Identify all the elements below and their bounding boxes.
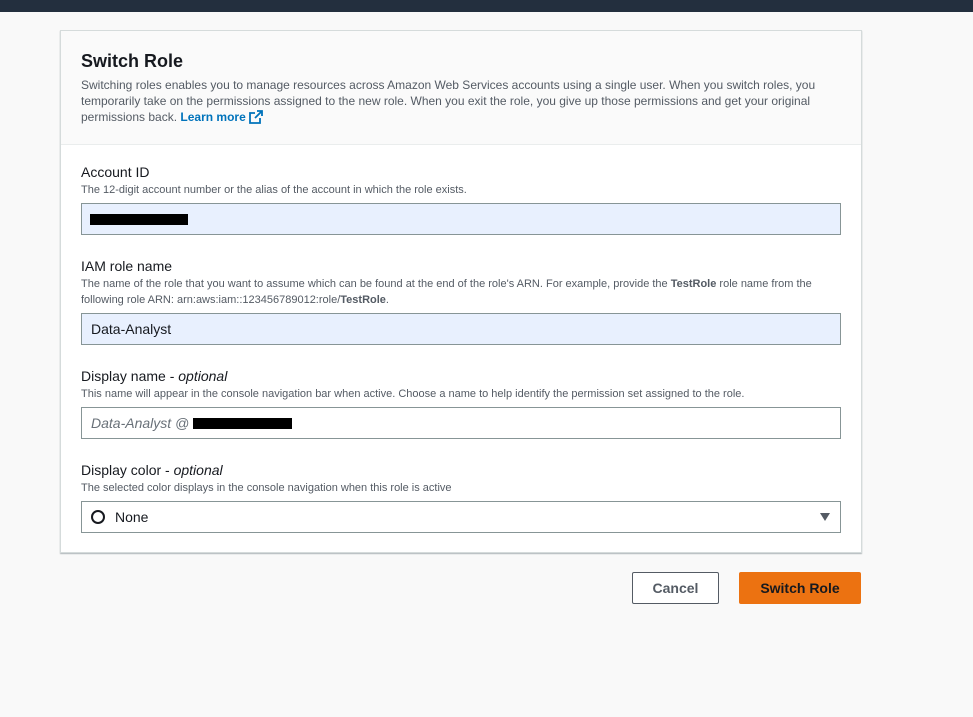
role-name-input[interactable]: Data-Analyst xyxy=(81,313,841,345)
display-color-hint: The selected color displays in the conso… xyxy=(81,482,452,494)
account-id-label: Account ID xyxy=(81,164,150,180)
console-top-bar xyxy=(0,0,973,12)
display-color-selected: None xyxy=(115,509,149,525)
display-name-label: Display name - optional xyxy=(81,368,228,384)
display-color-select[interactable]: None xyxy=(81,501,841,533)
learn-more-link[interactable]: Learn more xyxy=(180,110,263,124)
switch-role-panel: Switch Role Switching roles enables you … xyxy=(60,30,862,553)
role-name-hint: The name of the role that you want to as… xyxy=(81,278,812,306)
page-title: Switch Role xyxy=(81,51,184,71)
display-name-hint: This name will appear in the console nav… xyxy=(81,388,745,400)
caret-down-icon xyxy=(820,513,830,521)
page-description: Switching roles enables you to manage re… xyxy=(81,77,841,128)
learn-more-label: Learn more xyxy=(180,110,246,124)
panel-header: Switch Role Switching roles enables you … xyxy=(61,31,861,145)
switch-role-button[interactable]: Switch Role xyxy=(739,572,861,604)
color-swatch-none-icon xyxy=(91,510,105,524)
display-name-input[interactable]: Data-Analyst @ xyxy=(81,407,841,439)
account-id-hint: The 12-digit account number or the alias… xyxy=(81,184,467,196)
display-color-label: Display color - optional xyxy=(81,462,223,478)
role-name-label: IAM role name xyxy=(81,258,173,274)
account-id-input[interactable] xyxy=(81,203,841,235)
display-name-placeholder: Data-Analyst @ xyxy=(91,415,190,431)
role-name-value: Data-Analyst xyxy=(91,321,172,337)
external-link-icon xyxy=(248,110,263,128)
redacted-account-id xyxy=(90,213,188,225)
cancel-button[interactable]: Cancel xyxy=(632,572,719,604)
redacted-account-alias xyxy=(193,417,293,429)
